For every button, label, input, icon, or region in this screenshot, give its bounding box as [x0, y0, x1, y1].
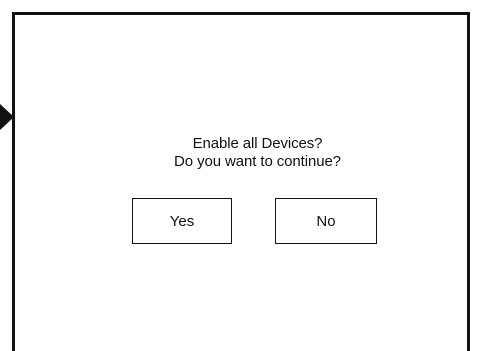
screen: Enable all Devices? Do you want to conti…: [0, 0, 482, 351]
yes-button[interactable]: Yes: [132, 198, 232, 244]
no-button[interactable]: No: [275, 198, 377, 244]
dialog-message-line-1: Enable all Devices?: [192, 135, 323, 152]
dialog-message-line-2: Do you want to continue?: [174, 153, 341, 170]
confirmation-dialog: [12, 12, 470, 351]
dialog-message: Enable all Devices? Do you want to conti…: [12, 135, 482, 171]
